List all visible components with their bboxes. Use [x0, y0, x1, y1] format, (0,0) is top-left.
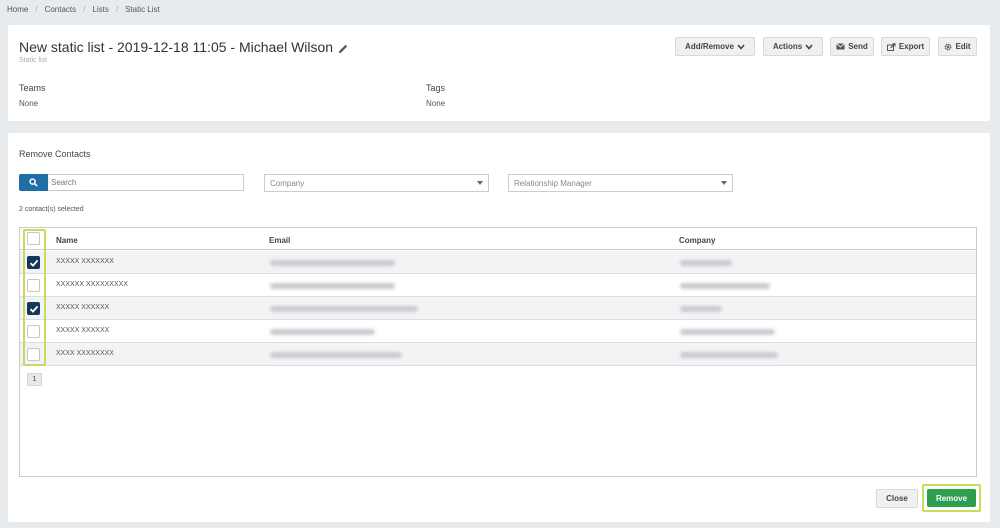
redacted-company: [680, 329, 775, 335]
table-row[interactable]: XXXX XXXXXXXX: [20, 343, 976, 366]
pagination-page-1[interactable]: 1: [27, 373, 42, 386]
contact-name: XXXXX XXXXXX: [56, 327, 110, 334]
search-input[interactable]: [48, 174, 244, 191]
list-header-panel: New static list - 2019-12-18 11:05 - Mic…: [8, 25, 990, 121]
selected-count: 2 contact(s) selected: [19, 206, 84, 213]
tags-label: Tags: [426, 83, 446, 93]
export-button[interactable]: Export: [881, 37, 930, 56]
contacts-table: Name Email Company XXXXX XXXXXXX XXXXXX …: [19, 227, 977, 477]
row-checkbox[interactable]: [27, 279, 40, 292]
breadcrumb-lists[interactable]: Lists: [92, 5, 108, 14]
page-title-text: New static list - 2019-12-18 11:05 - Mic…: [19, 39, 334, 55]
gear-icon: [945, 43, 952, 50]
table-row[interactable]: XXXXX XXXXXXX: [20, 251, 976, 274]
contact-name: XXXX XXXXXXXX: [56, 350, 114, 357]
export-icon: [886, 42, 896, 51]
row-checkbox[interactable]: [27, 325, 40, 338]
redacted-email: [270, 260, 395, 266]
redacted-company: [680, 283, 770, 289]
company-filter-select[interactable]: Company: [264, 174, 489, 192]
tags-value: None: [426, 99, 446, 108]
contact-name: XXXXX XXXXXXX: [56, 258, 114, 265]
table-row[interactable]: XXXXXX XXXXXXXXX: [20, 274, 976, 297]
redacted-email: [270, 352, 402, 358]
redacted-company: [680, 306, 722, 312]
breadcrumb-home[interactable]: Home: [7, 5, 28, 14]
column-company: Company: [679, 236, 716, 245]
envelope-icon: [836, 43, 846, 50]
close-button[interactable]: Close: [876, 489, 918, 508]
search-button[interactable]: [19, 174, 48, 191]
table-header: Name Email Company: [20, 228, 976, 250]
redacted-email: [270, 283, 395, 289]
contact-name: XXXXX XXXXXX: [56, 304, 110, 311]
checkmark-icon: [29, 259, 39, 267]
actions-button[interactable]: Actions: [763, 37, 823, 56]
redacted-email: [270, 329, 375, 335]
page-title: New static list - 2019-12-18 11:05 - Mic…: [19, 39, 348, 55]
remove-contacts-panel: Remove Contacts Company Relationship Man…: [8, 133, 990, 522]
search-icon: [29, 178, 38, 187]
list-type-label: Static list: [19, 57, 48, 64]
row-checkbox[interactable]: [27, 256, 40, 269]
table-row[interactable]: XXXXX XXXXXX: [20, 320, 976, 343]
column-email: Email: [269, 236, 291, 245]
remove-button[interactable]: Remove: [927, 489, 976, 507]
caret-down-icon: [721, 181, 727, 185]
add-remove-button[interactable]: Add/Remove: [675, 37, 755, 56]
column-name: Name: [56, 236, 78, 245]
section-title: Remove Contacts: [19, 149, 91, 159]
chevron-down-icon: [805, 43, 813, 50]
checkmark-icon: [29, 305, 39, 313]
pencil-icon[interactable]: [337, 42, 348, 53]
teams-label: Teams: [19, 83, 46, 93]
breadcrumb-static-list: Static List: [125, 4, 160, 14]
redacted-email: [270, 306, 418, 312]
teams-value: None: [19, 99, 39, 108]
redacted-company: [680, 260, 732, 266]
select-all-checkbox[interactable]: [27, 232, 40, 245]
contact-name: XXXXXX XXXXXXXXX: [56, 281, 128, 288]
chevron-down-icon: [737, 43, 745, 50]
caret-down-icon: [477, 181, 483, 185]
breadcrumb: Home / Contacts / Lists / Static List: [7, 4, 160, 14]
row-checkbox[interactable]: [27, 348, 40, 361]
table-row[interactable]: XXXXX XXXXXX: [20, 297, 976, 320]
relationship-manager-select[interactable]: Relationship Manager: [508, 174, 733, 192]
breadcrumb-contacts[interactable]: Contacts: [45, 5, 77, 14]
send-button[interactable]: Send: [830, 37, 874, 56]
redacted-company: [680, 352, 778, 358]
row-checkbox[interactable]: [27, 302, 40, 315]
remove-button-highlight: Remove: [922, 484, 981, 512]
edit-button[interactable]: Edit: [938, 37, 977, 56]
